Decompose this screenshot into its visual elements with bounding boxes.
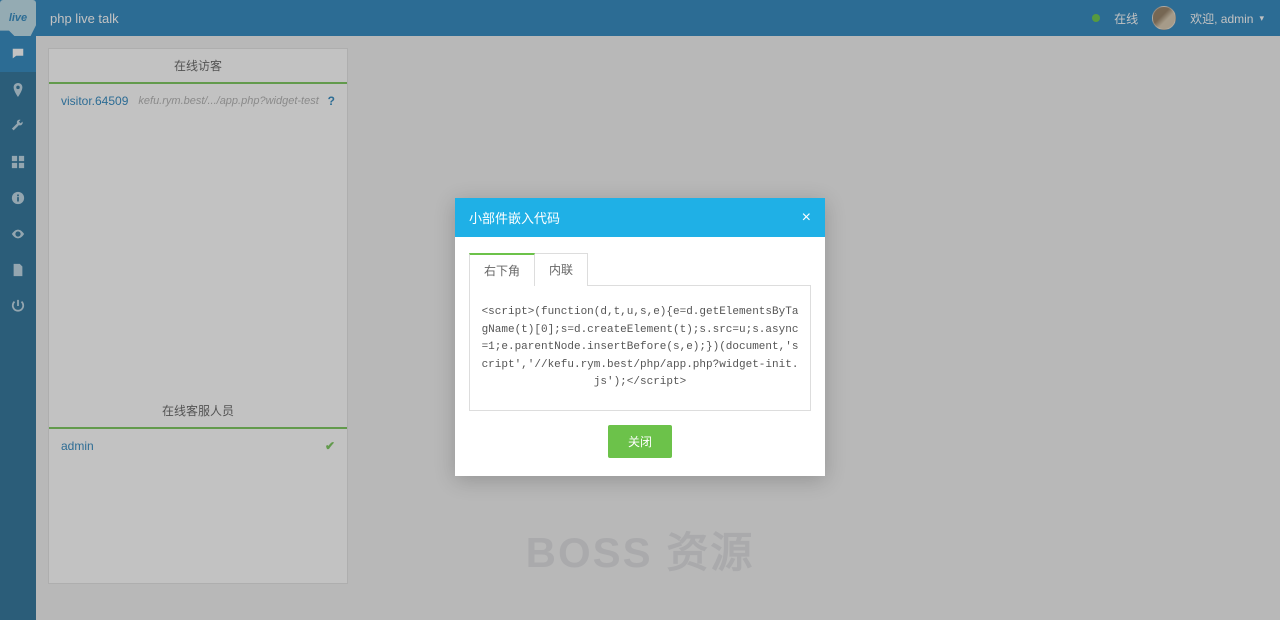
tab-bottom-right[interactable]: 右下角 bbox=[469, 253, 535, 286]
modal-header: 小部件嵌入代码 × bbox=[455, 198, 825, 237]
embed-code-modal: 小部件嵌入代码 × 右下角 内联 <script>(function(d,t,u… bbox=[455, 198, 825, 476]
tab-inline[interactable]: 内联 bbox=[534, 253, 588, 286]
modal-overlay[interactable]: 小部件嵌入代码 × 右下角 内联 <script>(function(d,t,u… bbox=[0, 0, 1280, 620]
embed-code-box[interactable]: <script>(function(d,t,u,s,e){e=d.getElem… bbox=[469, 285, 811, 411]
modal-title: 小部件嵌入代码 bbox=[469, 208, 560, 227]
modal-footer: 关闭 bbox=[469, 411, 811, 462]
modal-body: 右下角 内联 <script>(function(d,t,u,s,e){e=d.… bbox=[455, 237, 825, 476]
close-button[interactable]: 关闭 bbox=[608, 425, 672, 458]
tabs: 右下角 内联 bbox=[469, 253, 811, 286]
modal-close-button[interactable]: × bbox=[802, 210, 811, 226]
